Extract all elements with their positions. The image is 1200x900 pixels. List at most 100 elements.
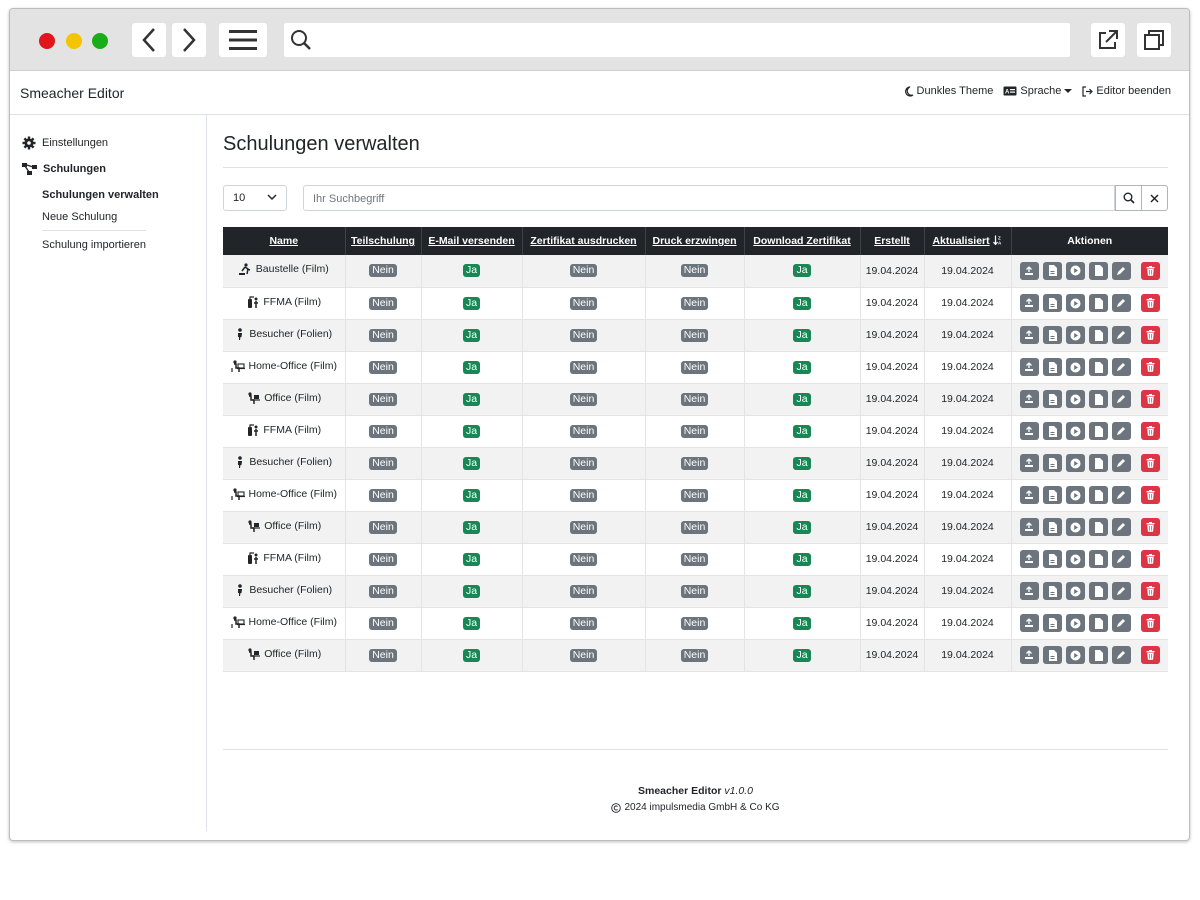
document-button[interactable] <box>1088 454 1108 472</box>
edit-button[interactable] <box>1111 614 1131 632</box>
edit-button[interactable] <box>1111 582 1131 600</box>
delete-button[interactable] <box>1140 294 1160 312</box>
sidebar-item-settings[interactable]: Einstellungen <box>22 136 108 150</box>
document-button[interactable] <box>1088 261 1108 280</box>
export-button[interactable] <box>1019 261 1039 280</box>
preview-button[interactable] <box>1065 614 1085 632</box>
export-button[interactable] <box>1019 486 1039 504</box>
forward-button[interactable] <box>172 23 206 57</box>
document-button[interactable] <box>1088 326 1108 344</box>
document-button[interactable] <box>1088 486 1108 504</box>
delete-button[interactable] <box>1140 518 1160 536</box>
search-button[interactable] <box>1115 185 1142 211</box>
column-header-updated[interactable]: Aktualisiert ZA <box>924 227 1012 255</box>
document-button[interactable] <box>1088 582 1108 600</box>
sidebar-item-import-training[interactable]: Schulung importieren <box>42 239 146 251</box>
column-header-partial[interactable]: Teilschulung <box>345 227 422 255</box>
pdf-button[interactable] <box>1042 261 1062 280</box>
edit-button[interactable] <box>1111 326 1131 344</box>
document-button[interactable] <box>1088 518 1108 536</box>
exit-editor-link[interactable]: Editor beenden <box>1082 85 1171 97</box>
maximize-window-button[interactable] <box>92 33 108 49</box>
edit-button[interactable] <box>1111 550 1131 568</box>
minimize-window-button[interactable] <box>66 33 82 49</box>
dark-theme-toggle[interactable]: Dunkles Theme <box>904 85 993 97</box>
edit-button[interactable] <box>1111 422 1131 440</box>
export-button[interactable] <box>1019 294 1039 312</box>
edit-button[interactable] <box>1111 294 1131 312</box>
column-header-created[interactable]: Erstellt <box>860 227 925 255</box>
document-button[interactable] <box>1088 550 1108 568</box>
export-button[interactable] <box>1019 518 1039 536</box>
preview-button[interactable] <box>1065 326 1085 344</box>
preview-button[interactable] <box>1065 358 1085 376</box>
sidebar-item-new-training[interactable]: Neue Schulung <box>42 211 117 223</box>
column-header-print-certificate[interactable]: Zertifikat ausdrucken <box>522 227 646 255</box>
preview-button[interactable] <box>1065 550 1085 568</box>
export-button[interactable] <box>1019 390 1039 408</box>
brand-title[interactable]: Smeacher Editor <box>20 85 124 101</box>
pdf-button[interactable] <box>1042 390 1062 408</box>
edit-button[interactable] <box>1111 454 1131 472</box>
delete-button[interactable] <box>1140 646 1160 664</box>
pdf-button[interactable] <box>1042 486 1062 504</box>
document-button[interactable] <box>1088 422 1108 440</box>
preview-button[interactable] <box>1065 422 1085 440</box>
pdf-button[interactable] <box>1042 582 1062 600</box>
column-header-name[interactable]: Name <box>223 227 346 255</box>
sidebar-item-manage-trainings[interactable]: Schulungen verwalten <box>42 189 159 201</box>
pdf-button[interactable] <box>1042 422 1062 440</box>
column-header-force-print[interactable]: Druck erzwingen <box>645 227 745 255</box>
edit-button[interactable] <box>1111 358 1131 376</box>
per-page-select[interactable]: 10 <box>223 185 287 211</box>
pdf-button[interactable] <box>1042 294 1062 312</box>
export-button[interactable] <box>1019 646 1039 664</box>
document-button[interactable] <box>1088 358 1108 376</box>
sidebar-item-trainings[interactable]: Schulungen <box>22 163 106 175</box>
preview-button[interactable] <box>1065 582 1085 600</box>
delete-button[interactable] <box>1140 326 1160 344</box>
delete-button[interactable] <box>1140 358 1160 376</box>
pdf-button[interactable] <box>1042 518 1062 536</box>
open-external-button[interactable] <box>1091 23 1125 57</box>
preview-button[interactable] <box>1065 261 1085 280</box>
document-button[interactable] <box>1088 390 1108 408</box>
delete-button[interactable] <box>1140 454 1160 472</box>
column-header-download-certificate[interactable]: Download Zertifikat <box>744 227 861 255</box>
export-button[interactable] <box>1019 422 1039 440</box>
document-button[interactable] <box>1088 294 1108 312</box>
preview-button[interactable] <box>1065 294 1085 312</box>
preview-button[interactable] <box>1065 646 1085 664</box>
export-button[interactable] <box>1019 550 1039 568</box>
edit-button[interactable] <box>1111 646 1131 664</box>
preview-button[interactable] <box>1065 486 1085 504</box>
export-button[interactable] <box>1019 614 1039 632</box>
export-button[interactable] <box>1019 326 1039 344</box>
search-input[interactable]: Ihr Suchbegriff <box>303 185 1115 211</box>
delete-button[interactable] <box>1140 614 1160 632</box>
document-button[interactable] <box>1088 614 1108 632</box>
edit-button[interactable] <box>1111 486 1131 504</box>
pdf-button[interactable] <box>1042 550 1062 568</box>
preview-button[interactable] <box>1065 390 1085 408</box>
duplicate-window-button[interactable] <box>1137 23 1171 57</box>
pdf-button[interactable] <box>1042 614 1062 632</box>
delete-button[interactable] <box>1140 550 1160 568</box>
preview-button[interactable] <box>1065 518 1085 536</box>
edit-button[interactable] <box>1111 261 1131 280</box>
document-button[interactable] <box>1088 646 1108 664</box>
edit-button[interactable] <box>1111 518 1131 536</box>
column-header-send-email[interactable]: E-Mail versenden <box>421 227 523 255</box>
pdf-button[interactable] <box>1042 326 1062 344</box>
delete-button[interactable] <box>1140 422 1160 440</box>
delete-button[interactable] <box>1140 390 1160 408</box>
export-button[interactable] <box>1019 582 1039 600</box>
preview-button[interactable] <box>1065 454 1085 472</box>
pdf-button[interactable] <box>1042 358 1062 376</box>
address-bar[interactable] <box>284 23 1070 57</box>
pdf-button[interactable] <box>1042 454 1062 472</box>
pdf-button[interactable] <box>1042 646 1062 664</box>
delete-button[interactable] <box>1140 582 1160 600</box>
export-button[interactable] <box>1019 358 1039 376</box>
edit-button[interactable] <box>1111 390 1131 408</box>
